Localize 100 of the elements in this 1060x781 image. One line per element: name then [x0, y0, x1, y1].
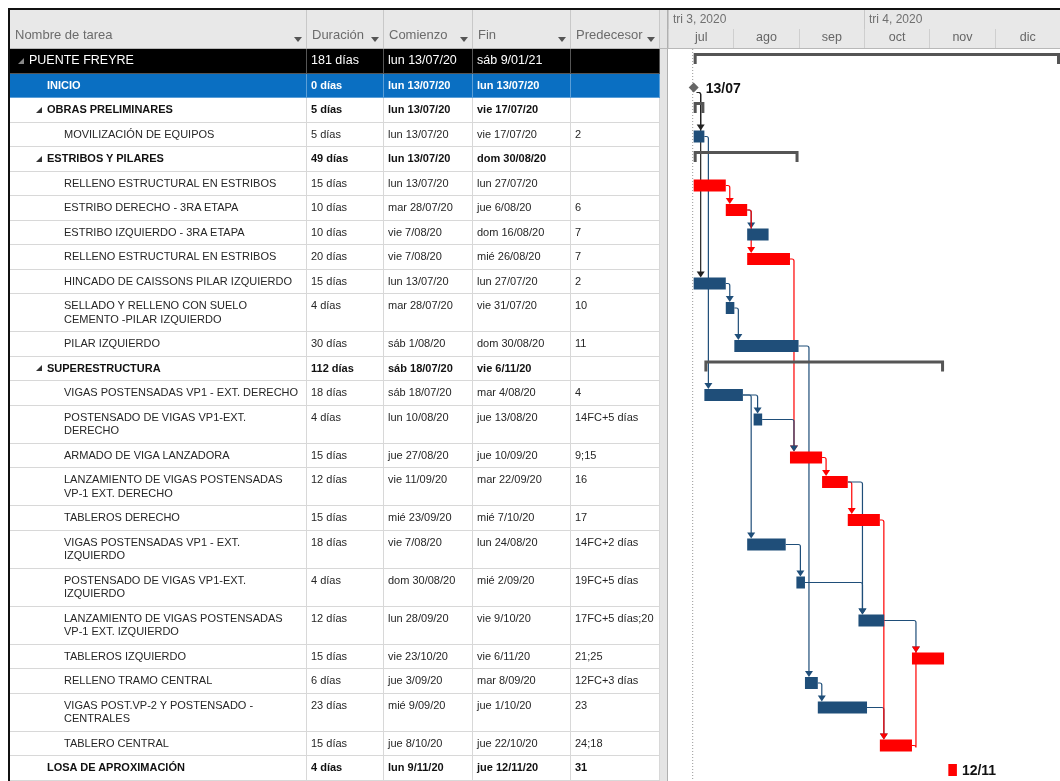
finish-date-cell: mié 2/09/20	[473, 568, 571, 607]
task-name-cell[interactable]: LANZAMIENTO DE VIGAS POSTENSADAS VP-1 EXT. DERECHO	[10, 468, 307, 506]
task-name-cell[interactable]: ESTRIBOS Y PILARES	[10, 147, 307, 172]
collapse-triangle-icon[interactable]	[36, 155, 42, 162]
summary-bar[interactable]	[693, 102, 705, 113]
task-name-cell[interactable]: RELLENO ESTRUCTURAL EN ESTRIBOS	[10, 245, 307, 270]
task-name-cell[interactable]: LOSA DE APROXIMACIÓN	[10, 756, 307, 781]
duration-cell: 15 días	[307, 269, 384, 294]
milestone-diamond-icon[interactable]	[688, 82, 699, 93]
start-date-cell: jue 3/09/20	[384, 669, 473, 694]
start-date-cell: lun 13/07/20	[384, 49, 473, 74]
start-date-cell: lun 13/07/20	[384, 269, 473, 294]
dropdown-arrow-icon[interactable]	[558, 37, 566, 42]
task-name-cell[interactable]: SUPERESTRUCTURA	[10, 356, 307, 381]
duration-cell: 15 días	[307, 644, 384, 669]
dropdown-arrow-icon[interactable]	[460, 37, 468, 42]
dropdown-arrow-icon[interactable]	[294, 37, 302, 42]
finish-date-cell: jue 10/09/20	[473, 443, 571, 468]
collapse-triangle-icon[interactable]	[36, 365, 42, 372]
dependency-arrow	[725, 184, 734, 204]
task-name-cell[interactable]: POSTENSADO DE VIGAS VP1-EXT. DERECHO	[10, 405, 307, 444]
task-name-cell[interactable]: LANZAMIENTO DE VIGAS POSTENSADAS VP-1 EXT. IZQUIERDO	[10, 606, 307, 645]
finish-date-cell: mar 22/09/20	[473, 468, 571, 506]
finish-date-cell: vie 31/07/20	[473, 294, 571, 332]
finish-date-cell: mié 26/08/20	[473, 245, 571, 270]
task-name-cell[interactable]: TABLERO CENTRAL	[10, 731, 307, 756]
start-date-cell: lun 9/11/20	[384, 756, 473, 781]
column-header[interactable]: Fin	[473, 10, 571, 48]
start-date-cell: lun 13/07/20	[384, 147, 473, 172]
finish-date-cell: lun 27/07/20	[473, 269, 571, 294]
task-name-cell[interactable]: VIGAS POSTENSADAS VP1 - EXT. IZQUIERDO	[10, 530, 307, 569]
collapse-triangle-icon[interactable]	[18, 57, 24, 64]
task-name-cell[interactable]: TABLEROS DERECHO	[10, 506, 307, 531]
task-name-cell[interactable]: PUENTE FREYRE	[10, 49, 307, 74]
task-name-cell[interactable]: TABLEROS IZQUIERDO	[10, 644, 307, 669]
finish-date-cell: jue 22/10/20	[473, 731, 571, 756]
duration-cell: 0 días	[307, 73, 384, 98]
dropdown-arrow-icon[interactable]	[371, 37, 379, 42]
start-date-cell: jue 27/08/20	[384, 443, 473, 468]
start-date-cell: jue 8/10/20	[384, 731, 473, 756]
task-name-cell[interactable]: SELLADO Y RELLENO CON SUELO CEMENTO -PILAR IZQUIERDO	[10, 294, 307, 332]
duration-cell: 18 días	[307, 381, 384, 406]
task-name-cell[interactable]: RELLENO ESTRUCTURAL EN ESTRIBOS	[10, 171, 307, 196]
milestone-date-label: 13/07	[705, 79, 741, 96]
task-bar[interactable]	[693, 277, 726, 290]
finish-date-cell: vie 17/07/20	[473, 122, 571, 147]
column-header[interactable]: Nombre de tarea	[10, 10, 307, 48]
task-name-cell[interactable]: PILAR IZQUIERDO	[10, 332, 307, 357]
start-date-cell: vie 7/08/20	[384, 220, 473, 245]
task-name-cell[interactable]: INICIO	[10, 73, 307, 98]
task-name-cell[interactable]: MOVILIZACIÓN DE EQUIPOS	[10, 122, 307, 147]
dependency-arrow	[733, 307, 743, 340]
task-name-cell[interactable]: RELLENO TRAMO CENTRAL	[10, 669, 307, 694]
duration-cell: 181 días	[307, 49, 384, 74]
summary-bar[interactable]	[704, 360, 945, 372]
duration-cell: 18 días	[307, 530, 384, 569]
task-bar[interactable]	[796, 576, 805, 589]
finish-date-cell: dom 30/08/20	[473, 147, 571, 172]
duration-cell: 23 días	[307, 693, 384, 732]
duration-cell: 30 días	[307, 332, 384, 357]
duration-cell: 10 días	[307, 220, 384, 245]
finish-date-cell: dom 16/08/20	[473, 220, 571, 245]
duration-cell: 15 días	[307, 443, 384, 468]
month-header: nov	[929, 29, 995, 48]
duration-cell: 49 días	[307, 147, 384, 172]
task-name-cell[interactable]: OBRAS PRELIMINARES	[10, 98, 307, 123]
duration-cell: 6 días	[307, 669, 384, 694]
dropdown-arrow-icon[interactable]	[647, 37, 655, 42]
task-name-cell[interactable]: POSTENSADO DE VIGAS VP1-EXT. IZQUIERDO	[10, 568, 307, 607]
start-date-cell: lun 13/07/20	[384, 98, 473, 123]
task-name-cell[interactable]: VIGAS POST.VP-2 Y POSTENSADO - CENTRALES	[10, 693, 307, 732]
task-name-cell[interactable]: ARMADO DE VIGA LANZADORA	[10, 443, 307, 468]
task-bar[interactable]	[693, 130, 705, 143]
finish-date-cell: lun 13/07/20	[473, 73, 571, 98]
finish-date-cell: vie 17/07/20	[473, 98, 571, 123]
start-date-cell: lun 13/07/20	[384, 171, 473, 196]
duration-cell: 4 días	[307, 568, 384, 607]
duration-cell: 15 días	[307, 171, 384, 196]
month-header: sep	[798, 29, 864, 48]
duration-cell: 4 días	[307, 294, 384, 332]
duration-cell: 5 días	[307, 98, 384, 123]
start-date-cell: mar 28/07/20	[384, 294, 473, 332]
summary-bar[interactable]	[693, 151, 799, 162]
summary-bar[interactable]	[693, 53, 1060, 64]
start-date-cell: lun 13/07/20	[384, 122, 473, 147]
start-date-cell: sáb 1/08/20	[384, 332, 473, 357]
finish-date-cell: jue 12/11/20	[473, 756, 571, 781]
collapse-triangle-icon[interactable]	[36, 106, 42, 113]
task-name-cell[interactable]: ESTRIBO DERECHO - 3RA ETAPA	[10, 196, 307, 221]
task-name-cell[interactable]: ESTRIBO IZQUIERDO - 3RA ETAPA	[10, 220, 307, 245]
column-header[interactable]: Comienzo	[384, 10, 473, 48]
finish-date-cell: lun 27/07/20	[473, 171, 571, 196]
start-date-cell: lun 13/07/20	[384, 73, 473, 98]
start-date-cell: dom 30/08/20	[384, 568, 473, 607]
column-header[interactable]: Predecesor	[571, 10, 660, 48]
column-header[interactable]: Duración	[307, 10, 384, 48]
task-name-cell[interactable]: HINCADO DE CAISSONS PILAR IZQUIERDO	[10, 269, 307, 294]
duration-cell: 15 días	[307, 731, 384, 756]
finish-date-label: 12/11	[961, 762, 997, 778]
task-name-cell[interactable]: VIGAS POSTENSADAS VP1 - EXT. DERECHO	[10, 381, 307, 406]
